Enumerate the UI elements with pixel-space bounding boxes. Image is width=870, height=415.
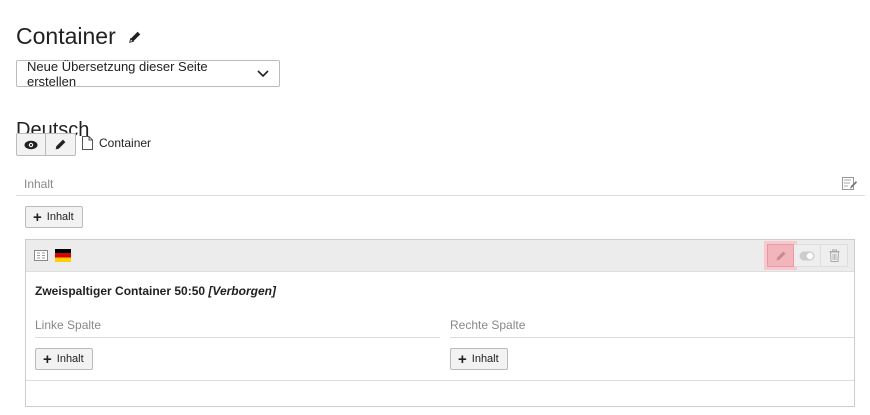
- chevron-down-icon: [257, 69, 269, 78]
- content-element-header: [26, 240, 854, 272]
- element-actions: [767, 244, 848, 267]
- document-icon: [82, 136, 93, 150]
- translation-select-value: Neue Übersetzung dieser Seite erstellen: [27, 58, 208, 89]
- pencil-icon: [775, 250, 787, 262]
- translation-select[interactable]: Neue Übersetzung dieser Seite erstellen: [16, 58, 280, 89]
- edit-page-button[interactable]: [46, 133, 76, 156]
- element-title-text: Zweispaltiger Container 50:50: [35, 284, 206, 298]
- delete-element-button[interactable]: [821, 244, 848, 267]
- element-status: [Verborgen]: [208, 284, 276, 298]
- toggle-visibility-button[interactable]: [794, 244, 821, 267]
- page-button-group: [16, 133, 76, 156]
- column-header: Inhalt: [16, 172, 865, 196]
- add-content-button[interactable]: + Inhalt: [25, 206, 83, 228]
- toggle-icon: [799, 251, 815, 261]
- left-column-label: Linke Spalte: [35, 318, 102, 332]
- plus-icon: +: [458, 350, 467, 368]
- page-title: Container: [16, 23, 142, 50]
- page-title-text: Container: [16, 23, 116, 50]
- pencil-icon[interactable]: [128, 30, 142, 44]
- right-column-header: Rechte Spalte: [450, 313, 854, 338]
- column-edit-icon[interactable]: [842, 177, 857, 191]
- page-reference: Container: [82, 136, 151, 150]
- add-left-content-button[interactable]: + Inhalt: [35, 348, 93, 370]
- right-column-label: Rechte Spalte: [450, 318, 526, 332]
- eye-icon: [24, 140, 38, 150]
- content-type-icon: [34, 250, 48, 261]
- left-column-header: Linke Spalte: [35, 313, 440, 338]
- add-content-label: Inhalt: [46, 211, 74, 223]
- edit-element-button[interactable]: [767, 244, 794, 267]
- pencil-icon: [54, 138, 67, 151]
- element-bottom-divider: [26, 380, 854, 381]
- german-flag-icon: [55, 249, 71, 262]
- trash-icon: [829, 249, 840, 262]
- add-left-content-label: Inhalt: [56, 353, 84, 365]
- add-right-content-button[interactable]: + Inhalt: [450, 348, 508, 370]
- content-element-title: Zweispaltiger Container 50:50 [Verborgen…: [35, 284, 276, 298]
- view-page-button[interactable]: [16, 133, 46, 156]
- add-right-content-label: Inhalt: [471, 353, 499, 365]
- plus-icon: +: [33, 208, 42, 226]
- column-label: Inhalt: [24, 177, 54, 191]
- page-reference-label: Container: [99, 136, 152, 150]
- content-element: Zweispaltiger Container 50:50 [Verborgen…: [25, 239, 855, 407]
- plus-icon: +: [43, 350, 52, 368]
